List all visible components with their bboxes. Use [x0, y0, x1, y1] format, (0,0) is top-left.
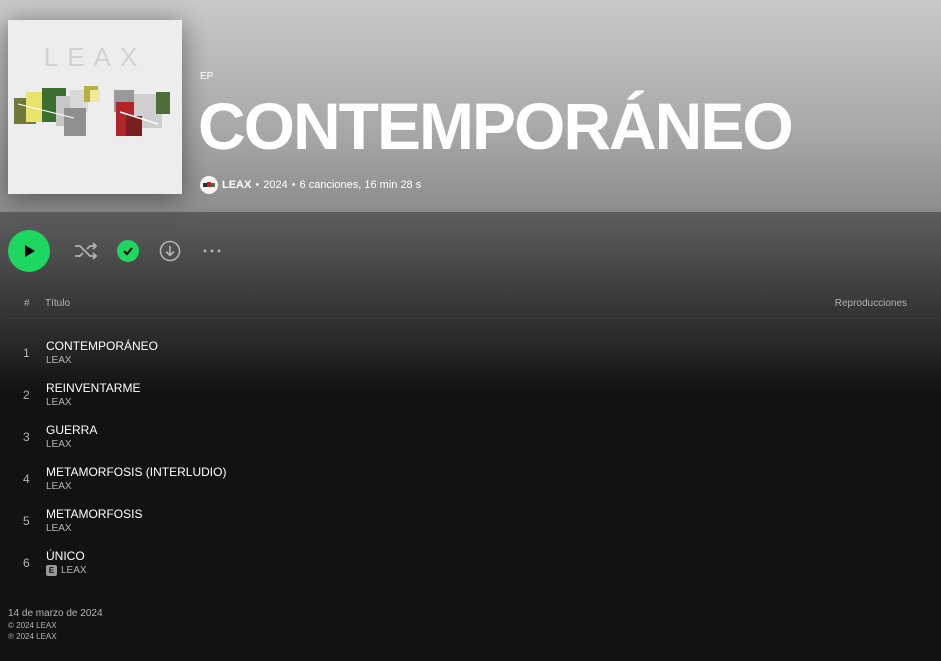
track-artist-name[interactable]: LEAX: [46, 439, 72, 450]
track-title: REINVENTARME: [46, 381, 141, 395]
release-date: 14 de marzo de 2024: [8, 608, 103, 619]
meta-separator: •: [255, 179, 260, 191]
column-plays[interactable]: Reproducciones: [835, 298, 907, 309]
track-title: METAMORFOSIS (INTERLUDIO): [46, 465, 227, 479]
download-icon: [159, 240, 181, 262]
track-title: METAMORFOSIS: [46, 507, 143, 521]
artist-avatar[interactable]: [200, 176, 218, 194]
check-circle-icon: [123, 247, 133, 256]
phonographic-copyright-text: ℗ 2024 LEAX: [8, 632, 57, 641]
tracklist-header: # Título Reproducciones: [8, 296, 939, 319]
track-number: 4: [23, 472, 30, 486]
download-button[interactable]: [159, 240, 181, 262]
track-title: GUERRA: [46, 423, 98, 437]
album-footer: 14 de marzo de 2024 © 2024 LEAX ℗ 2024 L…: [8, 608, 103, 641]
explicit-badge: E: [46, 565, 57, 576]
shuffle-icon: [75, 242, 98, 260]
track-row[interactable]: 2 REINVENTARME LEAX: [8, 378, 939, 420]
track-artist[interactable]: LEAX: [46, 355, 72, 366]
saved-library-button[interactable]: [117, 240, 139, 262]
more-options-button[interactable]: [200, 240, 224, 262]
track-row[interactable]: 6 ÚNICO E LEAX: [8, 546, 939, 588]
track-artist[interactable]: LEAX: [46, 439, 72, 450]
play-icon: [25, 245, 35, 257]
track-title: ÚNICO: [46, 549, 85, 563]
track-number: 2: [23, 388, 30, 402]
more-horizontal-icon: [203, 249, 221, 253]
album-cover[interactable]: LEAX: [8, 20, 182, 194]
track-number: 3: [23, 430, 30, 444]
cover-artwork-cubes: [14, 86, 170, 136]
track-artist-name[interactable]: LEAX: [46, 397, 72, 408]
track-artist[interactable]: LEAX: [46, 481, 72, 492]
track-row[interactable]: 4 METAMORFOSIS (INTERLUDIO) LEAX: [8, 462, 939, 504]
track-artist-name[interactable]: LEAX: [46, 481, 72, 492]
track-number: 6: [23, 556, 30, 570]
shuffle-button[interactable]: [73, 240, 99, 262]
track-artist-name[interactable]: LEAX: [46, 355, 72, 366]
meta-separator: •: [291, 179, 296, 191]
album-type: EP: [200, 71, 214, 82]
track-artist-name[interactable]: LEAX: [61, 565, 87, 576]
page-title: CONTEMPORÁNEO: [198, 89, 794, 163]
album-year: 2024: [263, 179, 288, 191]
track-artist-name[interactable]: LEAX: [46, 523, 72, 534]
tracklist: 1 CONTEMPORÁNEO LEAX 2 REINVENTARME LEAX…: [8, 336, 939, 588]
album-summary: 6 canciones, 16 min 28 s: [299, 179, 422, 191]
album-meta: LEAX • 2024 • 6 canciones, 16 min 28 s: [200, 176, 421, 194]
track-title: CONTEMPORÁNEO: [46, 339, 159, 353]
artist-link[interactable]: LEAX: [222, 179, 251, 191]
copyright-text: © 2024 LEAX: [8, 621, 57, 630]
column-title[interactable]: Título: [45, 298, 70, 309]
track-artist[interactable]: E LEAX: [46, 565, 87, 576]
track-row[interactable]: 5 METAMORFOSIS LEAX: [8, 504, 939, 546]
track-row[interactable]: 3 GUERRA LEAX: [8, 420, 939, 462]
track-artist[interactable]: LEAX: [46, 523, 72, 534]
column-number: #: [24, 298, 30, 309]
track-number: 1: [23, 346, 30, 360]
track-artist[interactable]: LEAX: [46, 397, 72, 408]
track-row[interactable]: 1 CONTEMPORÁNEO LEAX: [8, 336, 939, 378]
play-button[interactable]: [8, 230, 50, 272]
track-number: 5: [23, 514, 30, 528]
